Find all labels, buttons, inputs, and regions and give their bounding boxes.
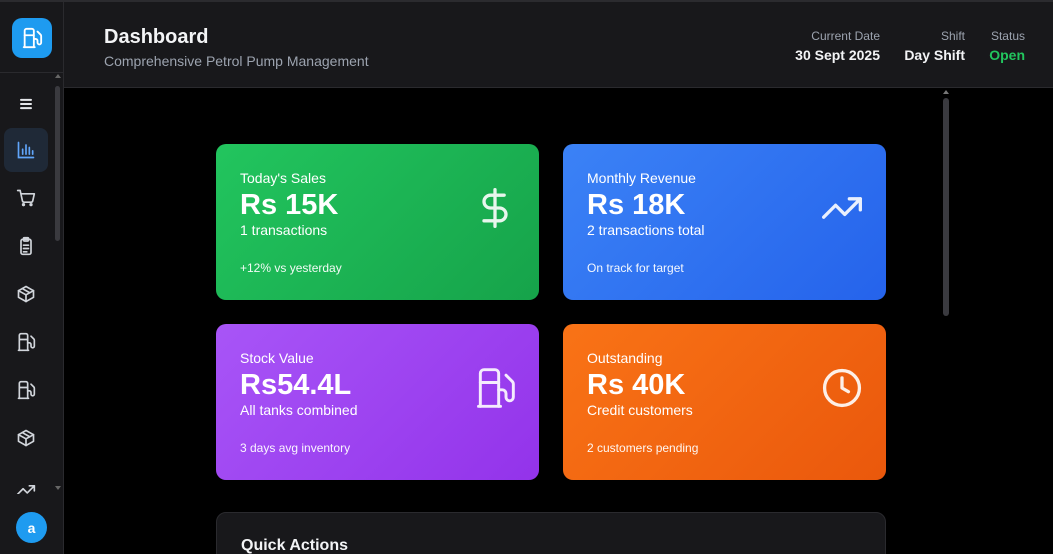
current-date-value: 30 Sept 2025 <box>795 47 880 63</box>
fuel-icon <box>22 27 43 49</box>
shift-value: Day Shift <box>904 47 965 63</box>
sidebar-item-pumps[interactable] <box>4 320 48 364</box>
current-date-label: Current Date <box>811 29 880 43</box>
sidebar-divider <box>0 72 63 73</box>
status: Status Open <box>989 29 1025 63</box>
sidebar-item-dashboard[interactable] <box>4 128 48 172</box>
header: Dashboard Comprehensive Petrol Pump Mana… <box>64 2 1053 88</box>
stat-card-footnote: +12% vs yesterday <box>240 261 342 275</box>
package-icon <box>17 285 35 303</box>
status-badge: Open <box>989 47 1025 63</box>
sidebar-item-sales[interactable] <box>4 176 48 220</box>
main-scroll-up[interactable] <box>943 90 949 94</box>
stat-card-label: Outstanding <box>587 350 663 366</box>
cart-icon <box>16 189 36 207</box>
sidebar-scroll-up[interactable] <box>55 74 61 78</box>
clipboard-icon <box>20 236 32 256</box>
stat-card-monthly-revenue[interactable]: Monthly Revenue Rs 18K 2 transactions to… <box>563 144 886 300</box>
stat-card-label: Today's Sales <box>240 170 326 186</box>
app-logo[interactable] <box>12 18 52 58</box>
quick-actions-panel: Quick Actions <box>216 512 886 554</box>
stat-card-label: Monthly Revenue <box>587 170 696 186</box>
sidebar-scrollbar[interactable] <box>55 86 60 241</box>
package-icon <box>17 429 35 447</box>
page-title: Dashboard <box>104 26 209 48</box>
sidebar-scroll-down[interactable] <box>55 486 61 490</box>
stat-card-footnote: On track for target <box>587 261 684 275</box>
shift: Shift Day Shift <box>904 29 965 63</box>
page-subtitle: Comprehensive Petrol Pump Management <box>104 53 369 69</box>
menu-icon <box>20 98 32 110</box>
sidebar-item-reports[interactable] <box>4 224 48 268</box>
sidebar-item-inventory[interactable] <box>4 272 48 316</box>
main-scrollbar[interactable] <box>943 98 949 316</box>
fuel-icon <box>17 332 36 352</box>
clock-icon <box>822 368 862 408</box>
stat-card-stock-value[interactable]: Stock Value Rs54.4L All tanks combined 3… <box>216 324 539 480</box>
chart-icon <box>17 141 35 159</box>
fuel-icon <box>17 380 36 400</box>
stat-card-footnote: 3 days avg inventory <box>240 441 351 455</box>
sidebar-menu-toggle[interactable] <box>4 82 48 126</box>
dollar-icon <box>482 188 508 228</box>
trend-icon <box>16 485 36 494</box>
avatar[interactable]: a <box>16 512 47 543</box>
stat-card-label: Stock Value <box>240 350 314 366</box>
sidebar-item-analytics[interactable] <box>4 464 48 494</box>
shift-label: Shift <box>940 29 965 43</box>
sidebar: a <box>0 2 64 554</box>
current-date: Current Date 30 Sept 2025 <box>795 29 880 63</box>
trend-up-icon <box>822 197 862 219</box>
sidebar-item-tanks[interactable] <box>4 368 48 412</box>
stat-card-footnote: 2 customers pending <box>587 441 699 455</box>
quick-actions-title: Quick Actions <box>241 537 348 554</box>
sidebar-item-products[interactable] <box>4 416 48 460</box>
stat-card-todays-sales[interactable]: Today's Sales Rs 15K 1 transactions +12%… <box>216 144 539 300</box>
fuel-icon <box>477 368 515 408</box>
stat-card-outstanding[interactable]: Outstanding Rs 40K Credit customers 2 cu… <box>563 324 886 480</box>
status-label: Status <box>990 29 1025 43</box>
